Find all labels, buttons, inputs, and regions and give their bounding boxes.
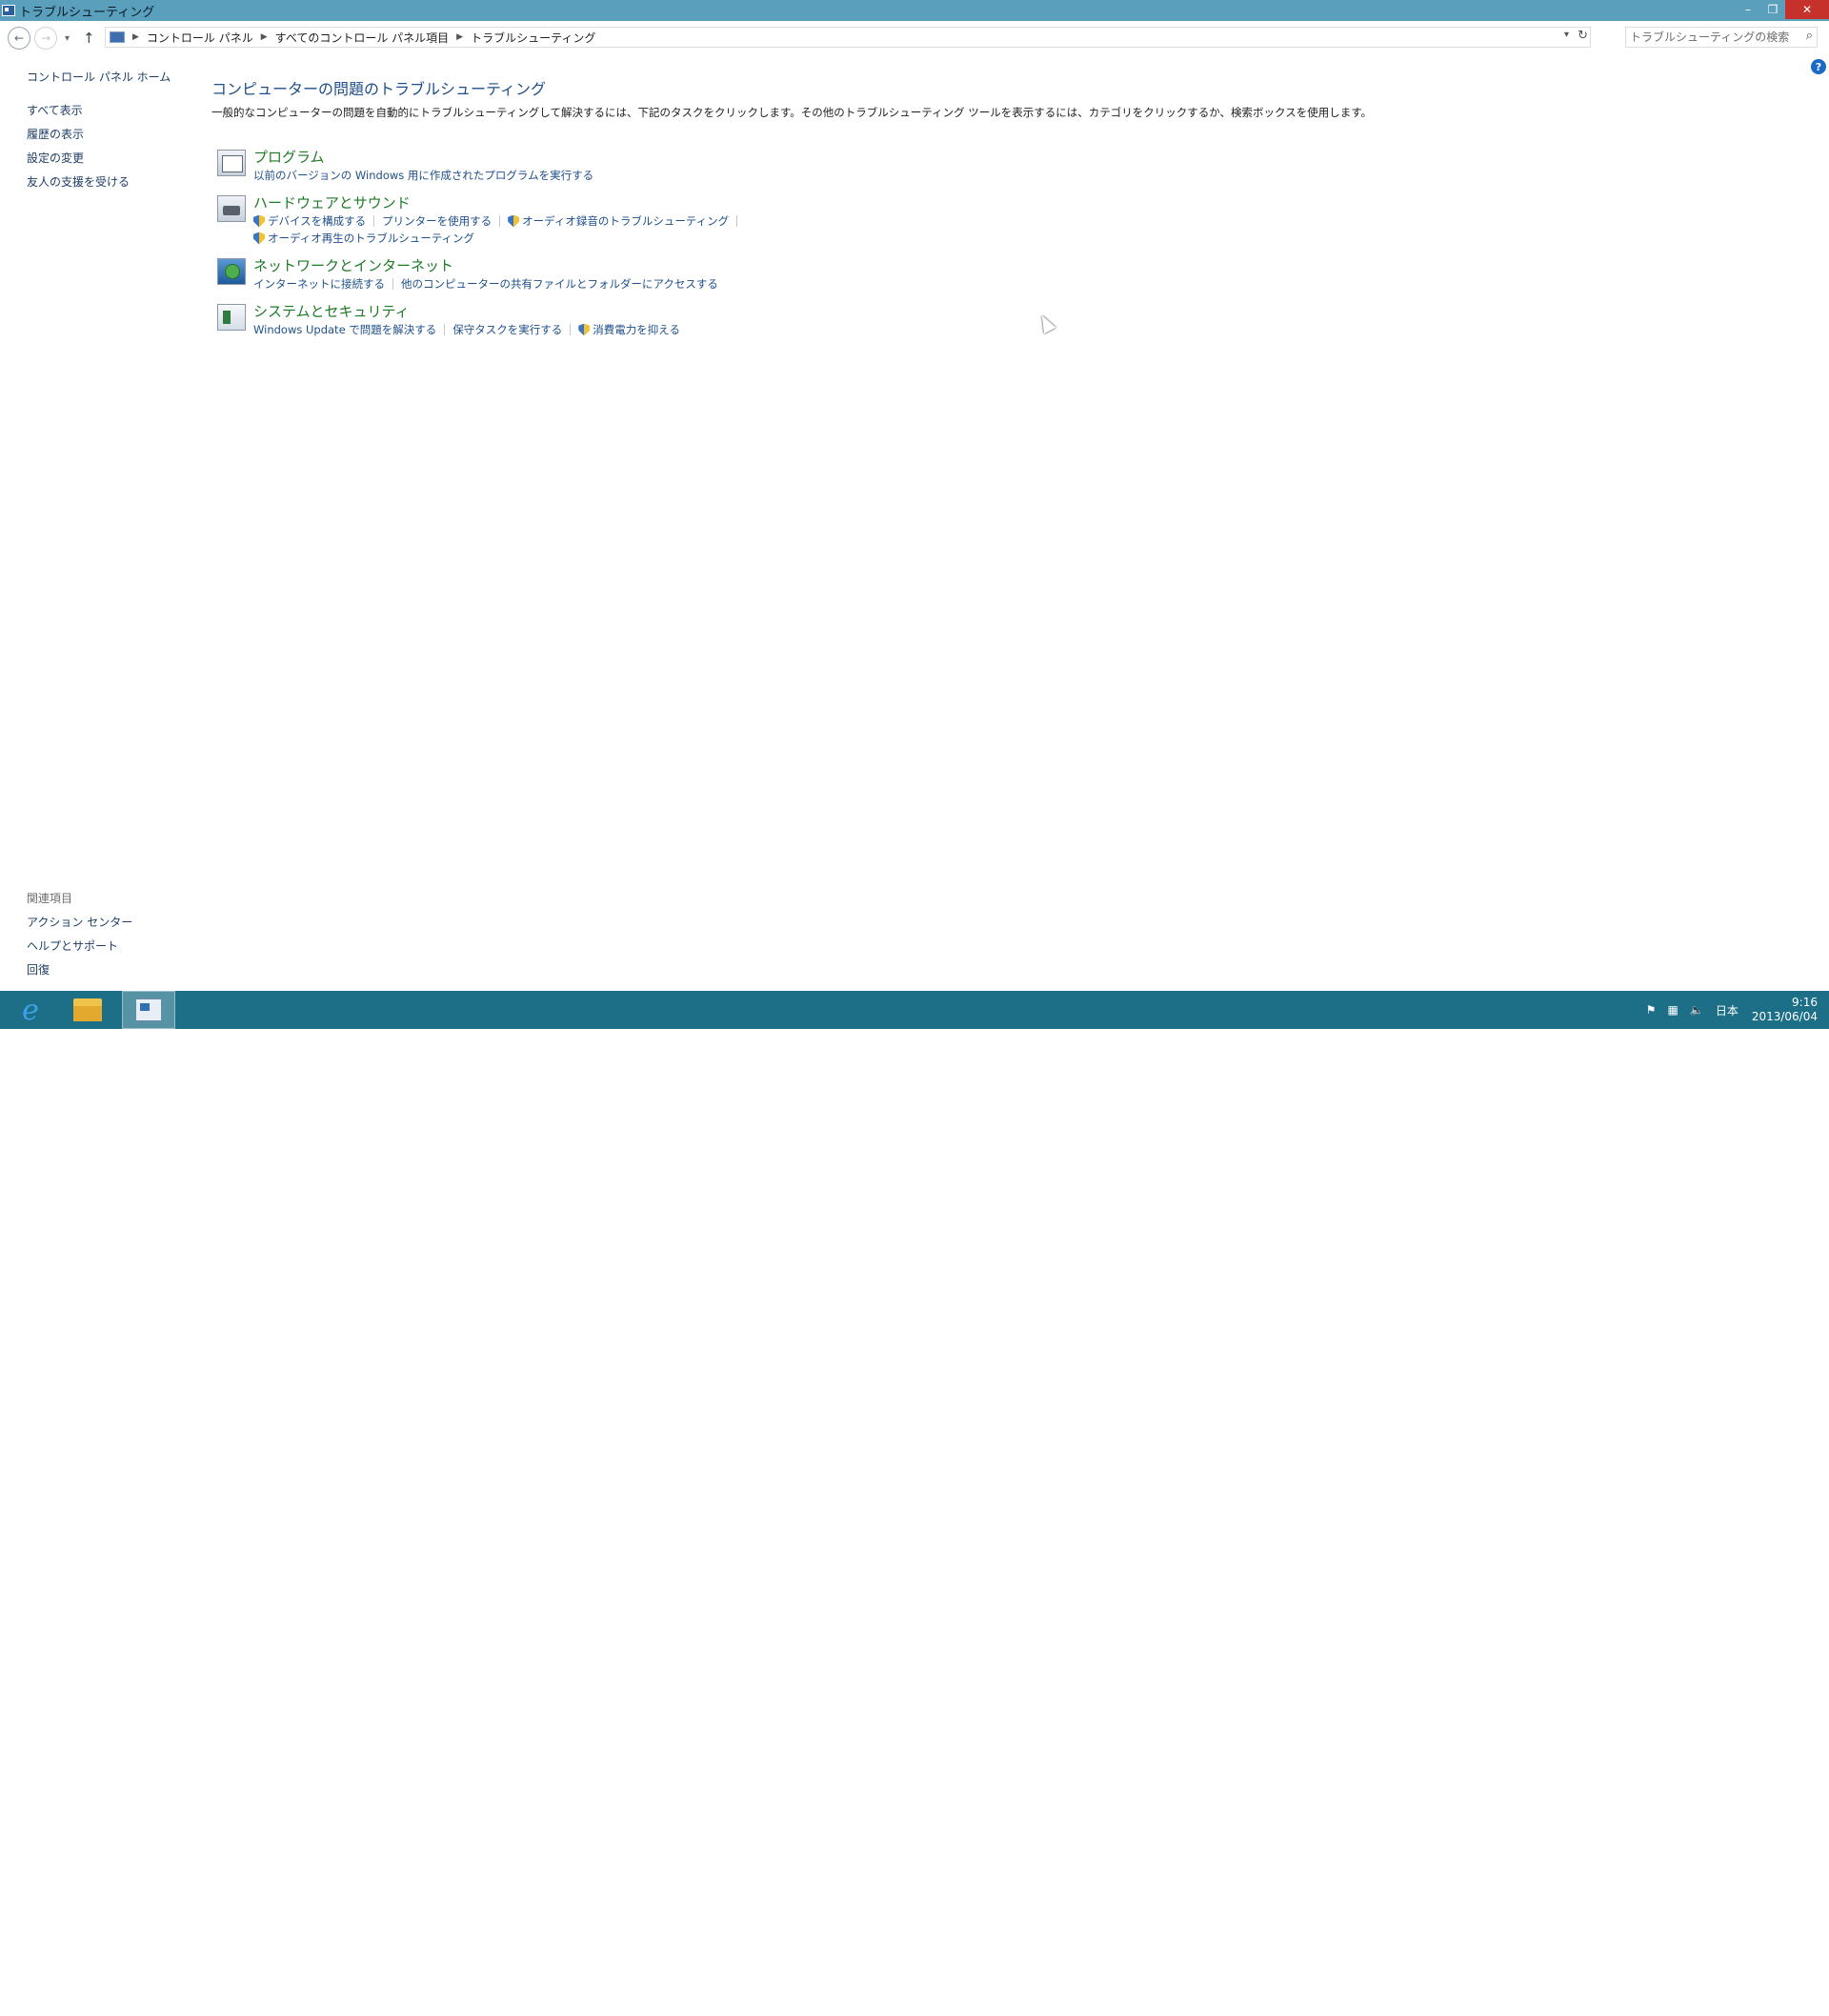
run-old-programs-link[interactable]: 以前のバージョンの Windows 用に作成されたプログラムを実行する [253, 167, 593, 184]
breadcrumb-troubleshooting[interactable]: トラブルシューティング [471, 30, 595, 46]
control-panel-icon [110, 31, 125, 43]
use-printer-link[interactable]: プリンターを使用する [382, 212, 492, 230]
window-title: トラブルシューティング [19, 5, 155, 20]
link-divider [444, 324, 446, 335]
uac-shield-icon [508, 214, 520, 228]
link-divider [373, 215, 375, 227]
chevron-right-icon[interactable]: ▶ [456, 32, 463, 42]
taskbar-control-panel[interactable] [122, 991, 175, 1029]
control-panel-icon [2, 5, 15, 16]
category-list: プログラム 以前のバージョンの Windows 用に作成されたプログラムを実行す… [217, 148, 1170, 348]
recovery-link[interactable]: 回復 [27, 961, 189, 978]
internet-explorer-icon: e [22, 993, 39, 1027]
watermark-text: The Collection Book [1610, 1986, 1805, 2008]
connect-internet-link[interactable]: インターネットに接続する [253, 275, 385, 292]
uac-shield-icon [253, 232, 265, 245]
close-button[interactable]: ✕ [1785, 0, 1829, 19]
link-divider [499, 215, 501, 227]
minimize-button[interactable]: – [1736, 0, 1760, 19]
link-divider [736, 215, 738, 227]
clock-date: 2013/06/04 [1751, 1010, 1818, 1023]
breadcrumb-control-panel[interactable]: コントロール パネル [147, 30, 253, 46]
system-security-icon[interactable] [217, 304, 246, 331]
refresh-icon[interactable]: ↻ [1578, 29, 1588, 43]
system-tray: ⚑ ▦ 🔈 日本 9:16 2013/06/04 [1635, 991, 1818, 1029]
folder-icon [73, 998, 102, 1021]
help-icon[interactable]: ? [1811, 59, 1826, 74]
shared-files-link[interactable]: 他のコンピューターの共有ファイルとフォルダーにアクセスする [401, 275, 718, 292]
search-box: ⌕ [1625, 27, 1818, 48]
category-hardware-sound: ハードウェアとサウンド デバイスを構成する プリンターを使用する オーディオ録音… [217, 193, 1170, 247]
category-title-programs[interactable]: プログラム [253, 148, 593, 167]
category-title-network-internet[interactable]: ネットワークとインターネット [253, 256, 718, 275]
network-icon[interactable]: ▦ [1668, 1003, 1678, 1017]
category-programs: プログラム 以前のバージョンの Windows 用に作成されたプログラムを実行す… [217, 148, 1170, 184]
page-title: コンピューターの問題のトラブルシューティング [211, 80, 547, 98]
chevron-right-icon[interactable]: ▶ [132, 32, 139, 42]
programs-icon[interactable] [217, 150, 246, 176]
category-system-security: システムとセキュリティ Windows Update で問題を解決する 保守タス… [217, 302, 1170, 338]
change-settings-link[interactable]: 設定の変更 [27, 150, 189, 166]
left-navigation-pane: コントロール パネル ホーム すべて表示 履歴の表示 設定の変更 友人の支援を受… [27, 69, 189, 197]
chevron-right-icon[interactable]: ▶ [261, 32, 268, 42]
show-all-link[interactable]: すべて表示 [27, 102, 189, 118]
audio-recording-link[interactable]: オーディオ録音のトラブルシューティング [522, 212, 729, 230]
link-divider [570, 324, 572, 335]
control-panel-icon [135, 998, 162, 1021]
page-description: 一般的なコンピューターの問題を自動的にトラブルシューティングして解決するには、下… [211, 106, 1373, 119]
action-center-link[interactable]: アクション センター [27, 914, 189, 930]
link-divider [392, 278, 393, 290]
related-header: 関連項目 [27, 892, 73, 905]
control-panel-home-link[interactable]: コントロール パネル ホーム [27, 69, 189, 85]
recent-locations-button[interactable]: ▾ [65, 33, 70, 44]
maximize-button[interactable]: ❐ [1760, 0, 1785, 19]
taskbar-internet-explorer[interactable]: e [4, 991, 57, 1029]
category-title-hardware-sound[interactable]: ハードウェアとサウンド [253, 193, 966, 212]
action-center-flag-icon[interactable]: ⚑ [1646, 1003, 1657, 1017]
reduce-power-link[interactable]: 消費電力を抑える [593, 321, 680, 338]
address-box[interactable]: ▶ コントロール パネル ▶ すべてのコントロール パネル項目 ▶ トラブルシュ… [105, 27, 1591, 48]
hardware-sound-icon[interactable] [217, 195, 246, 222]
search-icon[interactable]: ⌕ [1806, 29, 1813, 43]
network-internet-icon[interactable] [217, 258, 246, 285]
navigation-bar: ← → ▾ ↑ ▶ コントロール パネル ▶ すべてのコントロール パネル項目 … [0, 21, 1829, 55]
windows-update-fix-link[interactable]: Windows Update で問題を解決する [253, 321, 436, 338]
clock[interactable]: 9:16 2013/06/04 [1752, 996, 1818, 1024]
taskbar: e The Collection Book ⚑ ▦ 🔈 日本 9:16 2013… [0, 991, 1829, 2016]
forward-button[interactable]: → [34, 27, 57, 50]
title-bar: トラブルシューティング – ❐ ✕ [0, 0, 1829, 21]
main-content: コンピューターの問題のトラブルシューティング 一般的なコンピューターの問題を自動… [211, 76, 1774, 120]
search-input[interactable] [1630, 30, 1798, 44]
taskbar-file-explorer[interactable] [61, 991, 114, 1029]
back-button[interactable]: ← [8, 27, 30, 50]
view-history-link[interactable]: 履歴の表示 [27, 126, 189, 142]
audio-playback-link[interactable]: オーディオ再生のトラブルシューティング [268, 230, 474, 247]
up-button[interactable]: ↑ [83, 30, 95, 47]
related-items: 関連項目 アクション センター ヘルプとサポート 回復 [27, 890, 189, 985]
category-title-system-security[interactable]: システムとセキュリティ [253, 302, 680, 321]
ime-indicator[interactable]: 日本 [1716, 1002, 1739, 1018]
uac-shield-icon [253, 214, 265, 228]
category-network-internet: ネットワークとインターネット インターネットに接続する 他のコンピューターの共有… [217, 256, 1170, 292]
window-controls: – ❐ ✕ [1736, 0, 1829, 21]
get-help-from-friend-link[interactable]: 友人の支援を受ける [27, 173, 189, 190]
help-and-support-link[interactable]: ヘルプとサポート [27, 937, 189, 954]
address-dropdown-icon[interactable]: ▾ [1564, 30, 1569, 40]
clock-time: 9:16 [1792, 996, 1818, 1009]
configure-device-link[interactable]: デバイスを構成する [268, 212, 366, 230]
volume-icon[interactable]: 🔈 [1690, 1003, 1704, 1017]
uac-shield-icon [578, 323, 591, 336]
breadcrumb-all-items[interactable]: すべてのコントロール パネル項目 [275, 30, 450, 46]
maintenance-tasks-link[interactable]: 保守タスクを実行する [452, 321, 562, 338]
